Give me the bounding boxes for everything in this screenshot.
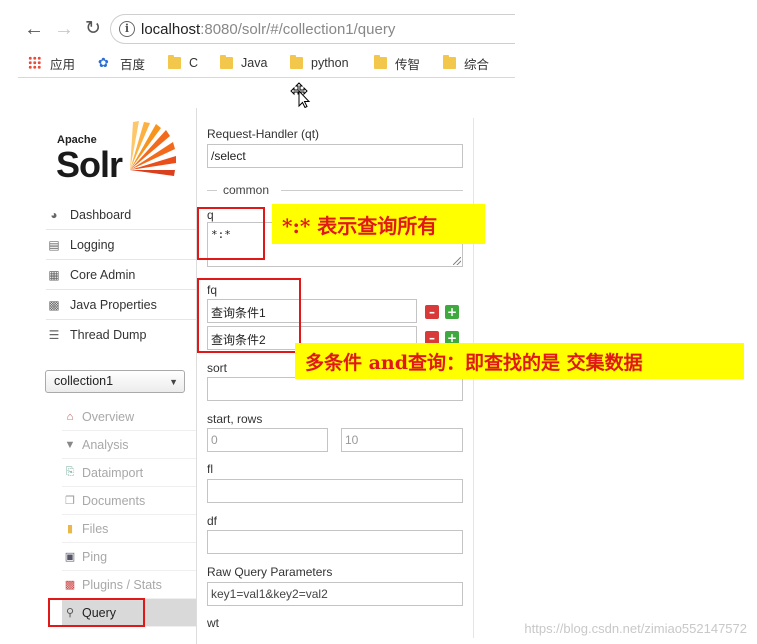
- info-icon[interactable]: i: [119, 21, 135, 37]
- core-nav-files[interactable]: ▮ Files: [62, 515, 196, 543]
- browser-toolbar: ← → ↻ i localhost:8080/solr/#/collection…: [18, 10, 515, 48]
- bookmark-zonghe[interactable]: 综合: [443, 54, 489, 72]
- core-nav-dataimport[interactable]: ⎘ Dataimport: [62, 459, 196, 487]
- sort-input[interactable]: [207, 377, 463, 401]
- nav-java-properties[interactable]: ▩ Java Properties: [46, 290, 196, 320]
- main-nav: ◕ Dashboard ▤ Logging ▦ Core Admin ▩ Java Pr…: [46, 200, 196, 350]
- address-bar[interactable]: i localhost:8080/solr/#/collection1/quer…: [110, 14, 515, 44]
- core-nav-documents[interactable]: ❐ Documents: [62, 487, 196, 515]
- documents-icon: ❐: [65, 495, 75, 507]
- bookmark-java[interactable]: Java: [220, 54, 267, 72]
- home-icon: ⌂: [66, 410, 74, 423]
- solr-sidebar: Apache Solr ◕ Dashboard ▤ Logging ▦ Core Ad…: [18, 108, 196, 644]
- bookmark-apps[interactable]: 应用: [28, 54, 75, 72]
- bookmark-baidu[interactable]: ✿ 百度: [98, 54, 145, 72]
- rows-input[interactable]: 10: [341, 428, 463, 452]
- bookmark-chuanzhi[interactable]: 传智: [374, 54, 420, 72]
- ping-icon: ▣: [64, 551, 76, 563]
- core-selector[interactable]: collection1 ▼: [45, 370, 185, 393]
- back-arrow-icon[interactable]: ←: [22, 17, 46, 41]
- dashboard-icon: ◕: [50, 207, 58, 222]
- nav-logging[interactable]: ▤ Logging: [46, 230, 196, 260]
- bookmark-python[interactable]: python: [290, 54, 349, 72]
- start-input[interactable]: 0: [207, 428, 328, 452]
- files-icon: ▮: [66, 523, 74, 535]
- url-text: localhost:8080/solr/#/collection1/query: [141, 21, 396, 38]
- apps-grid-icon: [28, 56, 42, 70]
- move-cursor-icon: [290, 82, 311, 108]
- core-admin-icon: ▦: [48, 267, 60, 282]
- watermark: https://blog.csdn.net/zimiao552147572: [524, 621, 747, 636]
- fl-input[interactable]: [207, 479, 463, 503]
- resize-handle-icon[interactable]: [453, 257, 461, 265]
- plugins-icon: ▩: [64, 579, 76, 591]
- q-highlight-box: [197, 207, 265, 260]
- sort-label: sort: [207, 361, 228, 375]
- nav-dashboard[interactable]: ◕ Dashboard: [46, 200, 196, 230]
- solr-logo[interactable]: Apache Solr: [56, 118, 196, 190]
- funnel-icon: ▼: [64, 438, 76, 451]
- df-label: df: [207, 514, 218, 528]
- core-nav: ⌂ Overview ▼ Analysis ⎘ Dataimport ❐ Documen…: [62, 403, 196, 627]
- folder-icon: [168, 55, 181, 69]
- import-icon: ⎘: [65, 466, 75, 478]
- fq-note-callout: 多条件 and查询：即查找的是 交集数据: [295, 343, 744, 379]
- q-note-callout: *:* 表示查询所有: [272, 204, 485, 244]
- nav-thread-dump[interactable]: ☰ Thread Dump: [46, 320, 196, 350]
- core-nav-overview[interactable]: ⌂ Overview: [62, 403, 196, 431]
- forward-arrow-icon[interactable]: →: [52, 17, 76, 41]
- raw-query-label: Raw Query Parameters: [207, 565, 333, 579]
- core-nav-ping[interactable]: ▣ Ping: [62, 543, 196, 571]
- request-handler-label: Request-Handler (qt): [207, 127, 320, 141]
- common-legend: common: [207, 183, 463, 197]
- core-nav-plugins-stats[interactable]: ▩ Plugins / Stats: [62, 571, 196, 599]
- query-nav-highlight-box: [48, 598, 145, 627]
- folder-icon: [220, 55, 233, 69]
- add-fq-1-icon[interactable]: +: [445, 305, 459, 319]
- bookmarks-bar: 应用 ✿ 百度 C Java python 传智 综合: [18, 48, 515, 78]
- bookmark-c[interactable]: C: [168, 54, 198, 72]
- folder-icon: [290, 55, 303, 69]
- reload-icon[interactable]: ↻: [81, 17, 105, 41]
- solr-sun-icon: [130, 121, 176, 176]
- fl-label: fl: [207, 462, 213, 476]
- start-rows-label: start, rows: [207, 412, 263, 426]
- folder-icon: [374, 55, 387, 69]
- baidu-paw-icon: ✿: [98, 55, 109, 70]
- logging-icon: ▤: [48, 237, 60, 252]
- remove-fq-1-icon[interactable]: –: [425, 305, 439, 319]
- chevron-down-icon: ▼: [169, 377, 178, 387]
- raw-query-input[interactable]: key1=val1&key2=val2: [207, 582, 463, 606]
- folder-icon: [443, 55, 456, 69]
- request-handler-input[interactable]: /select: [207, 144, 463, 168]
- wt-label: wt: [207, 616, 219, 630]
- fq-highlight-box: [197, 278, 301, 353]
- java-properties-icon: ▩: [48, 297, 60, 312]
- df-input[interactable]: [207, 530, 463, 554]
- thread-dump-icon: ☰: [48, 328, 60, 342]
- core-nav-analysis[interactable]: ▼ Analysis: [62, 431, 196, 459]
- nav-core-admin[interactable]: ▦ Core Admin: [46, 260, 196, 290]
